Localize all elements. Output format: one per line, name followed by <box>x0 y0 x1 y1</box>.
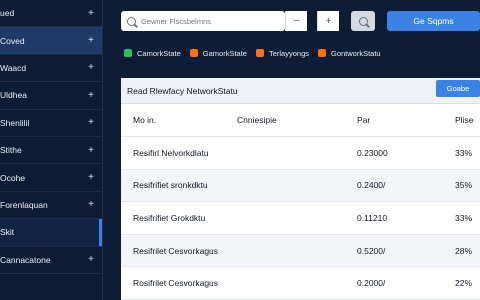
sidebar-item-skit[interactable]: Skit <box>0 218 102 247</box>
plus-icon[interactable]: + <box>88 199 94 210</box>
sidebar-item-label: Waacd <box>0 62 27 73</box>
sidebar-item-shenlilil[interactable]: Shenlilil + <box>0 110 102 137</box>
row-value: 0.2400/ <box>357 180 386 191</box>
row-percent: 28% <box>455 245 473 256</box>
row-percent: 33% <box>455 147 473 158</box>
search-icon <box>358 16 368 26</box>
primary-action-button[interactable]: Ge Sqpms <box>387 11 480 31</box>
row-value: 0.2000/ <box>357 278 386 289</box>
sidebar-item-label: Skit <box>0 227 15 238</box>
table-row[interactable]: Resifrifiet Grokdktu 0.11210 33% <box>121 202 480 235</box>
column-header[interactable]: Par <box>357 115 370 125</box>
chip-label: GamorkState <box>202 48 247 58</box>
minus-button[interactable]: − <box>285 11 307 31</box>
plus-icon[interactable]: + <box>88 35 94 46</box>
chip-label: Terlayyongs <box>268 48 309 58</box>
plus-icon[interactable]: + <box>88 8 94 19</box>
sidebar-item-uldhea[interactable]: Uldhea + <box>0 82 102 110</box>
sidebar-item-label: Forenlaquan <box>0 199 48 210</box>
status-dot-icon <box>189 49 198 57</box>
table-row[interactable]: Resifrilet Cesvorkagus 0.5200/ 28% <box>121 234 480 268</box>
plus-icon[interactable]: + <box>88 145 94 156</box>
sidebar: ued + Coved + Waacd + Uldhea + Shenlilil… <box>0 0 103 300</box>
column-header[interactable]: Mo in. <box>133 115 156 125</box>
status-filter-bar: CamorkState GamorkState Terlayyongs Gont… <box>104 41 480 65</box>
row-value: 0.11210 <box>357 212 388 223</box>
row-name: Resifrilet Cesvorkagus <box>133 245 219 256</box>
table-row[interactable]: Rosifrilet Cesvorkagus 0.2000/ 22% <box>121 267 480 300</box>
sidebar-item-stithe[interactable]: Stithe + <box>0 137 102 165</box>
status-dot-icon <box>318 49 326 57</box>
sidebar-item-coved[interactable]: Coved + <box>0 27 102 55</box>
row-value: 0.5200/ <box>357 245 386 256</box>
sidebar-item-label: Cannacatone <box>0 254 51 265</box>
row-percent: 22% <box>455 278 473 289</box>
sidebar-item-label: Stithe <box>0 145 22 156</box>
row-name: Resifrifiet Grokdktu <box>133 212 206 223</box>
chip-label: GontworkStatu <box>331 48 381 58</box>
sidebar-item-ued[interactable]: ued + <box>0 0 102 28</box>
active-indicator <box>99 218 102 246</box>
sidebar-item-label: Uldhea <box>0 90 27 101</box>
sidebar-item-ocohe[interactable]: Ocohe + <box>0 164 102 192</box>
plus-icon[interactable]: + <box>88 117 94 128</box>
sidebar-item-forenlaquan[interactable]: Forenlaquan + <box>0 192 102 220</box>
row-name: Rosifrilet Cesvorkagus <box>133 278 219 289</box>
status-chip[interactable]: GontworkStatu <box>318 49 381 58</box>
plus-button[interactable]: + <box>317 11 339 31</box>
sidebar-item-label: Coved <box>0 35 25 46</box>
chip-label: CamorkState <box>137 48 181 58</box>
column-header[interactable]: Plise <box>455 115 473 125</box>
row-percent: 35% <box>455 180 473 191</box>
sidebar-item-label: Ocohe <box>0 172 26 183</box>
plus-icon[interactable]: + <box>88 62 94 73</box>
search-button[interactable] <box>351 11 375 31</box>
network-status-panel: Read Rlewfacy NetworkStatu Goabe Mo in. … <box>121 78 480 300</box>
row-percent: 33% <box>455 212 473 223</box>
table-row[interactable]: Resifrifiet sronkdktu 0.2400/ 35% <box>121 169 480 203</box>
sidebar-item-label: Shenlilil <box>0 117 30 128</box>
plus-icon[interactable]: + <box>88 254 94 265</box>
plus-icon[interactable]: + <box>88 90 94 101</box>
status-chip[interactable]: GamorkState <box>189 48 247 58</box>
panel-action-button[interactable]: Goabe <box>436 80 480 97</box>
status-chip[interactable]: CamorkState <box>124 49 181 58</box>
row-name: Resifirl Nelvorkdlatu <box>133 147 209 158</box>
status-chip[interactable]: Terlayyongs <box>255 48 309 58</box>
sidebar-item-cannacatone[interactable]: Cannacatone + <box>0 247 102 274</box>
table-row[interactable]: Resifirl Nelvorkdlatu 0.23000 33% <box>121 137 480 170</box>
table-header: Mo in. Cnniesipie Par Plise <box>121 104 480 137</box>
plus-icon[interactable]: + <box>88 172 94 183</box>
status-dot-icon <box>124 49 132 57</box>
sidebar-item-waacd[interactable]: Waacd + <box>0 55 102 83</box>
column-header[interactable]: Cnniesipie <box>237 115 277 125</box>
row-value: 0.23000 <box>357 147 388 158</box>
search-input[interactable] <box>141 16 276 26</box>
status-dot-icon <box>255 49 264 57</box>
row-name: Resifrifiet sronkdktu <box>133 180 208 191</box>
panel-title: Read Rlewfacy NetworkStatu <box>127 85 238 96</box>
search-icon <box>127 16 136 26</box>
top-toolbar: − + Ge Sqpms <box>104 0 480 41</box>
panel-header: Read Rlewfacy NetworkStatu Goabe <box>121 78 480 104</box>
search-box[interactable] <box>121 11 285 31</box>
sidebar-item-label: ued <box>0 8 15 19</box>
